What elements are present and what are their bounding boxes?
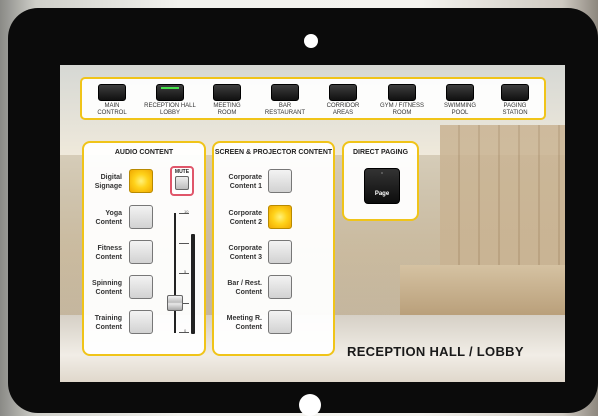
mute-control: MUTE xyxy=(170,166,194,196)
nav-label: RECEPTION HALL LOBBY xyxy=(144,103,196,116)
nav-label: MAIN CONTROL xyxy=(97,103,127,116)
screen-source-meeting-room-button[interactable] xyxy=(268,310,292,334)
screen-source-label: Corporate Content 1 xyxy=(228,174,262,190)
screen-source-label: Corporate Content 3 xyxy=(228,245,262,261)
mute-button[interactable] xyxy=(175,176,189,190)
screen-source-corporate-3-button[interactable] xyxy=(268,240,292,264)
nav-button[interactable] xyxy=(98,84,126,101)
nav-button[interactable] xyxy=(329,84,357,101)
room-title: RECEPTION HALL / LOBBY xyxy=(347,344,524,359)
nav-label: GYM / FITNESS ROOM xyxy=(379,103,424,116)
nav-label: CORRIDOR AREAS xyxy=(326,103,360,116)
nav-item-gym-fitness-room[interactable]: GYM / FITNESS ROOM xyxy=(374,84,430,117)
screen-source-corporate-1-button[interactable] xyxy=(268,169,292,193)
nav-item-swimming-pool[interactable]: SWIMMING POOL xyxy=(432,84,488,117)
audio-source-label: Digital Signage xyxy=(94,174,122,190)
audio-source-fitness-button[interactable] xyxy=(129,240,153,264)
audio-source-label: Spinning Content xyxy=(92,280,122,296)
nav-button[interactable] xyxy=(156,84,184,101)
fader-scale-label: 10 xyxy=(184,209,189,214)
nav-item-meeting-room[interactable]: MEETING ROOM xyxy=(199,84,255,117)
screen-projector-panel: SCREEN & PROJECTOR CONTENT Corporate Con… xyxy=(212,141,335,356)
nav-label: PAGING STATION xyxy=(502,103,528,116)
screen-source-bar-restaurant-button[interactable] xyxy=(268,275,292,299)
page-button[interactable]: Page xyxy=(364,168,400,204)
nav-item-corridor-areas[interactable]: CORRIDOR AREAS xyxy=(315,84,371,117)
mute-label: MUTE xyxy=(174,169,190,175)
indicator-dot-icon xyxy=(381,172,383,174)
audio-source-yoga-button[interactable] xyxy=(129,205,153,229)
camera-icon xyxy=(304,34,318,48)
panel-title: AUDIO CONTENT xyxy=(114,149,174,156)
volume-fader-track[interactable] xyxy=(174,213,176,333)
audio-source-label: Yoga Content xyxy=(95,210,122,226)
panel-title: DIRECT PAGING xyxy=(352,149,409,156)
volume-fader-knob[interactable] xyxy=(167,295,183,311)
audio-source-label: Fitness Content xyxy=(95,245,122,261)
home-button[interactable] xyxy=(299,394,321,416)
direct-paging-panel: DIRECT PAGING Page xyxy=(342,141,419,221)
nav-button[interactable] xyxy=(501,84,529,101)
nav-button[interactable] xyxy=(388,84,416,101)
nav-item-reception-hall-lobby[interactable]: RECEPTION HALL LOBBY xyxy=(142,84,198,117)
audio-source-training-button[interactable] xyxy=(129,310,153,334)
audio-content-panel: AUDIO CONTENT Digital Signage Yoga Conte… xyxy=(82,141,206,356)
screen-source-label: Meeting R. Content xyxy=(226,315,262,331)
fader-tick xyxy=(179,243,189,244)
level-meter xyxy=(191,234,195,334)
nav-label: MEETING ROOM xyxy=(213,103,241,116)
fader-scale-label: 0 xyxy=(184,328,187,333)
fader-scale-label: 5 xyxy=(184,269,187,274)
nav-item-main-control[interactable]: MAIN CONTROL xyxy=(84,84,140,117)
page-button-label: Page xyxy=(374,191,390,197)
nav-label: SWIMMING POOL xyxy=(444,103,476,116)
nav-button[interactable] xyxy=(213,84,241,101)
nav-button[interactable] xyxy=(271,84,299,101)
nav-item-bar-restaurant[interactable]: BAR RESTAURANT xyxy=(257,84,313,117)
audio-source-label: Training Content xyxy=(94,315,122,331)
nav-button[interactable] xyxy=(446,84,474,101)
audio-source-spinning-button[interactable] xyxy=(129,275,153,299)
room-nav-bar: MAIN CONTROL RECEPTION HALL LOBBY MEETIN… xyxy=(80,77,546,120)
audio-source-digital-signage-button[interactable] xyxy=(129,169,153,193)
nav-label: BAR RESTAURANT xyxy=(264,103,306,116)
touch-screen: MAIN CONTROL RECEPTION HALL LOBBY MEETIN… xyxy=(60,65,565,382)
screen-source-corporate-2-button[interactable] xyxy=(268,205,292,229)
nav-item-paging-station[interactable]: PAGING STATION xyxy=(487,84,543,117)
screen-source-label: Bar / Rest. Content xyxy=(227,280,262,296)
screen-source-label: Corporate Content 2 xyxy=(228,210,262,226)
panel-title: SCREEN & PROJECTOR CONTENT xyxy=(214,149,333,156)
tablet-frame: MAIN CONTROL RECEPTION HALL LOBBY MEETIN… xyxy=(8,8,598,416)
